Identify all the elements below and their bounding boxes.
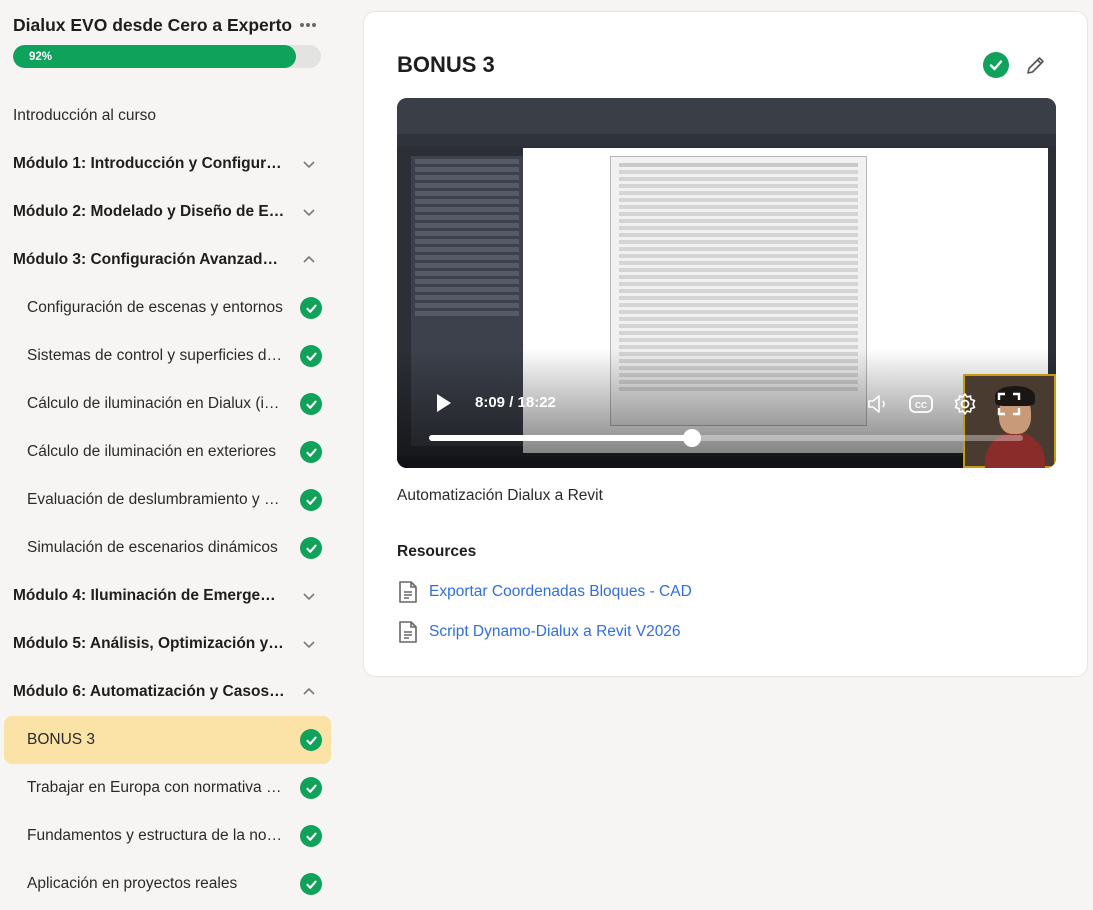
outline-item-label: Cálculo de iluminación en Dialux (interi… xyxy=(27,395,285,412)
lesson-item[interactable]: BONUS 3 xyxy=(4,716,331,764)
course-header: Dialux EVO desde Cero a Experto 92% xyxy=(13,14,325,68)
chevron-down-icon[interactable] xyxy=(302,157,316,171)
outline-item-label: Módulo 3: Configuración Avanzada y Cálcu… xyxy=(13,251,285,268)
check-circle-icon xyxy=(300,777,322,799)
video-time: 8:09 / 18:22 xyxy=(475,394,556,411)
chevron-down-icon[interactable] xyxy=(302,589,316,603)
resource-label[interactable]: Exportar Coordenadas Bloques - CAD xyxy=(429,583,692,601)
check-circle-icon xyxy=(300,441,322,463)
check-circle-icon xyxy=(300,345,322,367)
module-item[interactable]: Módulo 5: Análisis, Optimización y Repor… xyxy=(0,620,340,668)
more-horizontal-icon xyxy=(300,23,316,27)
svg-text:CC: CC xyxy=(915,400,927,410)
lesson-card: BONUS 3 8:09 / 18:22 CC Automatización D… xyxy=(363,11,1088,677)
lesson-completed-icon[interactable] xyxy=(983,52,1009,78)
video-frame-toolbar xyxy=(397,98,1056,134)
lesson-title: BONUS 3 xyxy=(397,52,495,77)
outline-item-label: Módulo 2: Modelado y Diseño de Espacios xyxy=(13,203,285,220)
outline-item-label: BONUS 3 xyxy=(27,731,96,748)
course-sidebar: Dialux EVO desde Cero a Experto 92% Intr… xyxy=(0,0,340,910)
lesson-item[interactable]: Cálculo de iluminación en Dialux (interi… xyxy=(0,380,340,428)
outline-item-label: Trabajar en Europa con normativa EN 1246… xyxy=(27,779,285,796)
outline-item-label: Sistemas de control y superficies de cál… xyxy=(27,347,285,364)
volume-icon[interactable] xyxy=(865,391,891,417)
course-progress-fill: 92% xyxy=(13,45,297,68)
check-circle-icon xyxy=(300,873,322,895)
check-circle-icon xyxy=(300,537,322,559)
lesson-item[interactable]: Cálculo de iluminación en exteriores xyxy=(0,428,340,476)
check-circle-icon xyxy=(300,297,322,319)
outline-item-label: Evaluación de deslumbramiento y confort xyxy=(27,491,285,508)
intro-item[interactable]: Introducción al curso xyxy=(0,92,340,140)
video-frame-ribbon xyxy=(397,134,1056,146)
course-progress-bar: 92% xyxy=(13,45,321,68)
play-icon[interactable] xyxy=(431,391,455,415)
chevron-up-icon[interactable] xyxy=(302,685,316,699)
outline-item-label: Módulo 5: Análisis, Optimización y Repor… xyxy=(13,635,285,652)
resource-label[interactable]: Script Dynamo-Dialux a Revit V2026 xyxy=(429,623,681,641)
chevron-down-icon[interactable] xyxy=(302,637,316,651)
course-title: Dialux EVO desde Cero a Experto xyxy=(13,15,293,35)
outline-item-label: Módulo 4: Iluminación de Emergencia xyxy=(13,587,285,604)
closed-captions-icon[interactable]: CC xyxy=(908,391,934,417)
lesson-item[interactable]: Evaluación de deslumbramiento y confort xyxy=(0,476,340,524)
check-circle-icon xyxy=(300,729,322,751)
module-item[interactable]: Módulo 3: Configuración Avanzada y Cálcu… xyxy=(0,236,340,284)
lesson-item[interactable]: Configuración de escenas y entornos xyxy=(0,284,340,332)
lesson-item[interactable]: Aplicación en proyectos reales xyxy=(0,860,340,908)
lesson-item[interactable]: Sistemas de control y superficies de cál… xyxy=(0,332,340,380)
module-item[interactable]: Módulo 2: Modelado y Diseño de Espacios xyxy=(0,188,340,236)
resource-link[interactable]: Exportar Coordenadas Bloques - CAD xyxy=(397,580,692,604)
webcam-overlay xyxy=(963,374,1056,468)
check-circle-icon xyxy=(300,825,322,847)
lesson-item[interactable]: Fundamentos y estructura de la normativa xyxy=(0,812,340,860)
chevron-down-icon[interactable] xyxy=(302,205,316,219)
document-icon xyxy=(399,581,417,603)
settings-icon[interactable] xyxy=(952,391,978,417)
outline-item-label: Fundamentos y estructura de la normativa xyxy=(27,827,285,844)
pencil-icon[interactable] xyxy=(1024,53,1048,77)
fullscreen-icon[interactable] xyxy=(996,391,1022,417)
resources-heading: Resources xyxy=(397,543,477,560)
video-caption: Automatización Dialux a Revit xyxy=(397,487,603,504)
module-item[interactable]: Módulo 6: Automatización y Casos Práctic… xyxy=(0,668,340,716)
outline-item-label: Configuración de escenas y entornos xyxy=(27,299,283,316)
module-item[interactable]: Módulo 1: Introducción y Configuración xyxy=(0,140,340,188)
outline-item-label: Aplicación en proyectos reales xyxy=(27,875,238,892)
lesson-item[interactable]: Simulación de escenarios dinámicos xyxy=(0,524,340,572)
more-options-button[interactable] xyxy=(297,14,319,36)
outline-item-label: Simulación de escenarios dinámicos xyxy=(27,539,278,556)
outline-item-label: Introducción al curso xyxy=(13,107,157,124)
check-circle-icon xyxy=(300,489,322,511)
document-icon xyxy=(399,621,417,643)
outline-item-label: Módulo 6: Automatización y Casos Práctic… xyxy=(13,683,285,700)
course-outline: Introducción al curso Módulo 1: Introducc… xyxy=(0,92,340,908)
check-circle-icon xyxy=(300,393,322,415)
lesson-item[interactable]: Trabajar en Europa con normativa EN 1246… xyxy=(0,764,340,812)
resource-link[interactable]: Script Dynamo-Dialux a Revit V2026 xyxy=(397,620,681,644)
check-circle-icon xyxy=(989,60,1003,71)
video-player[interactable]: 8:09 / 18:22 CC xyxy=(397,98,1056,468)
outline-item-label: Cálculo de iluminación en exteriores xyxy=(27,443,276,460)
chevron-up-icon[interactable] xyxy=(302,253,316,267)
module-item[interactable]: Módulo 4: Iluminación de Emergencia xyxy=(0,572,340,620)
course-progress-label: 92% xyxy=(29,50,53,63)
outline-item-label: Módulo 1: Introducción y Configuración xyxy=(13,155,285,172)
video-seek-progress xyxy=(429,435,693,441)
